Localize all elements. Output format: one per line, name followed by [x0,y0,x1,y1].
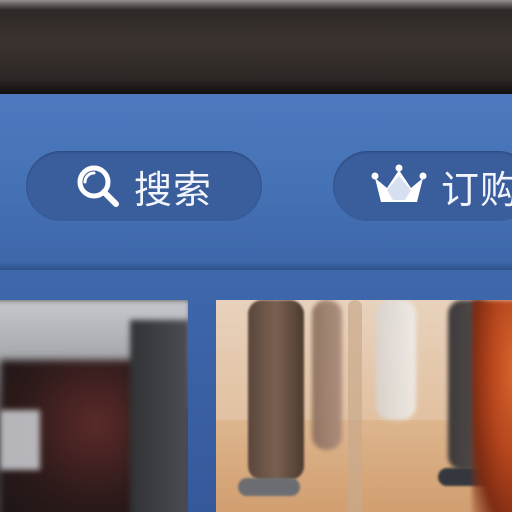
search-button-label: 搜索 [134,167,213,212]
search-icon [74,162,122,210]
tile-image-area [238,478,300,496]
tile-image-area [376,300,416,420]
content-tile-right[interactable] [216,300,512,512]
subscribe-button-label: 订购 [441,167,512,212]
crown-icon [371,164,427,208]
tile-image-area [0,410,40,470]
tile-image-area [348,300,362,512]
tile-image-area [312,300,342,450]
search-button[interactable]: 搜索 [26,151,262,221]
top-menu-bar: 搜索 订购 [0,94,512,270]
subscribe-button[interactable]: 订购 [333,151,512,221]
tile-image-area [248,300,304,480]
tv-screen: 搜索 订购 [0,94,512,512]
tile-image-area [472,300,512,512]
tile-image-area [130,320,188,512]
content-tile-left[interactable] [0,300,188,512]
tv-photo: 搜索 订购 [0,0,512,512]
